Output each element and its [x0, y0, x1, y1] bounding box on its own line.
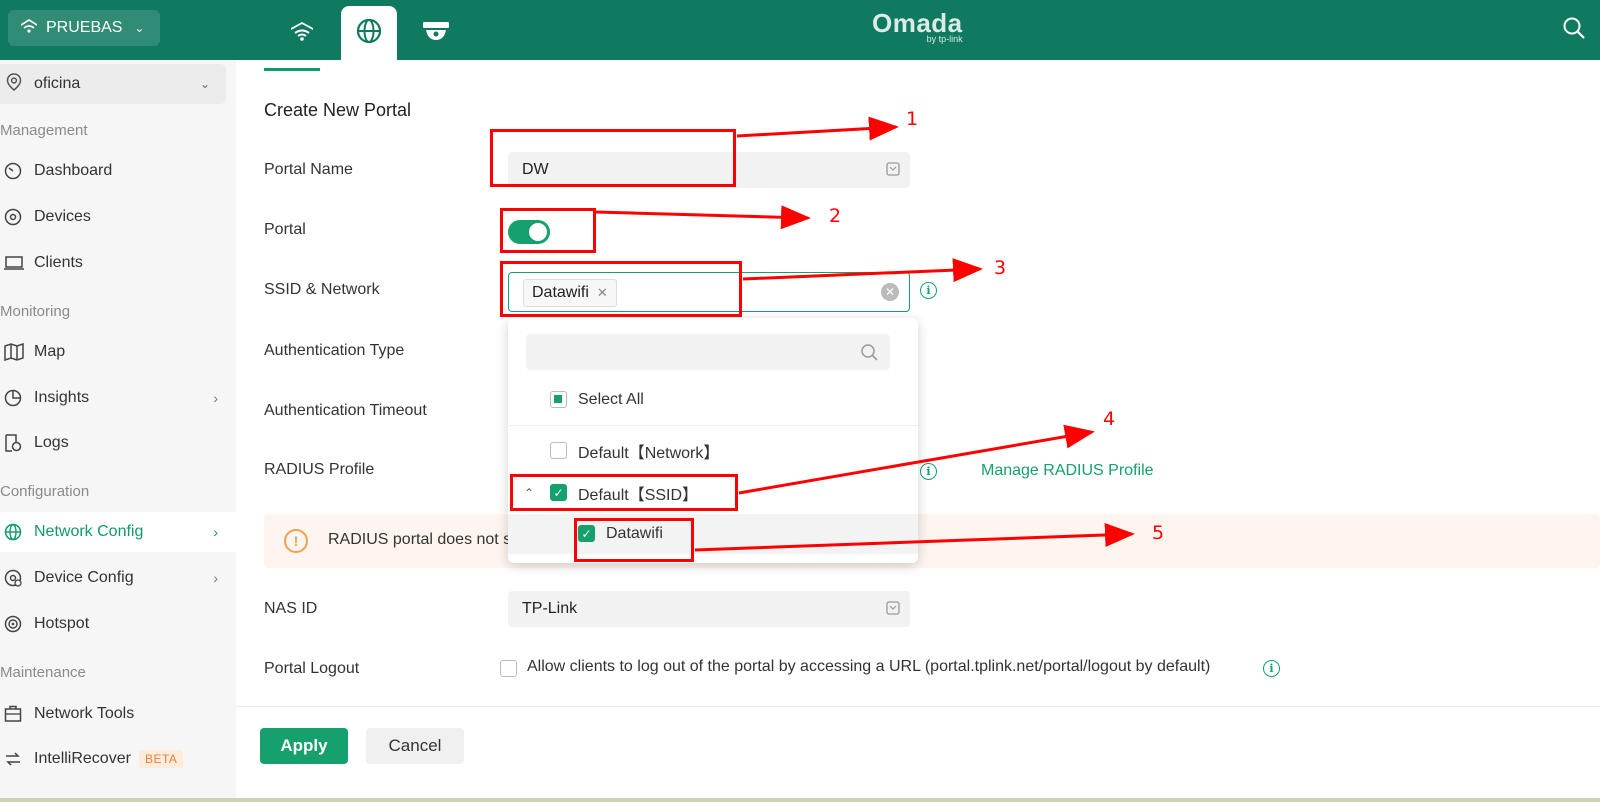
bottom-edge — [0, 798, 1600, 802]
site-name: PRUEBAS — [46, 19, 123, 36]
sidebar-item-hotspot[interactable]: Hotspot — [0, 604, 236, 644]
section-monitoring: Monitoring — [0, 303, 71, 320]
wifi-site-icon — [20, 18, 38, 39]
recover-icon — [0, 750, 28, 768]
beta-badge: BETA — [138, 750, 184, 768]
dropdown-divider — [508, 425, 918, 426]
main-content: Create New Portal Portal Name DW Portal … — [236, 60, 1600, 802]
dropdown-sub-option-datawifi[interactable]: ✓ Datawifi — [508, 514, 918, 554]
gauge-icon — [0, 162, 28, 180]
omada-logo: Omada by tp-link — [872, 8, 963, 44]
nas-id-input[interactable]: TP-Link — [508, 591, 910, 627]
dropdown-select-all[interactable]: Select All — [508, 380, 918, 420]
device-config-icon — [0, 569, 28, 587]
annotation-box-4 — [510, 474, 738, 511]
map-icon — [0, 343, 28, 361]
sidebar: oficina ⌄ Management Dashboard Devices C… — [0, 60, 236, 802]
radius-profile-label: RADIUS Profile — [264, 461, 375, 478]
top-bar: PRUEBAS ⌄ Omada by tp-link — [0, 0, 1600, 60]
section-configuration: Configuration — [0, 483, 90, 500]
toolbox-icon — [0, 705, 28, 723]
chevron-right-icon: › — [213, 390, 218, 406]
wireless-icon — [289, 20, 315, 47]
chevron-right-icon: › — [213, 524, 218, 540]
search-icon — [860, 343, 878, 366]
input-clear-icon — [886, 161, 900, 179]
annotation-number-5: 5 — [1152, 522, 1165, 544]
cancel-button[interactable]: Cancel — [366, 728, 464, 764]
manage-radius-link[interactable]: Manage RADIUS Profile — [981, 462, 1154, 480]
location-pin-icon — [6, 72, 22, 96]
sidebar-item-logs[interactable]: Logs — [0, 423, 236, 463]
log-icon — [0, 434, 28, 452]
search-icon[interactable] — [1562, 16, 1586, 45]
annotation-number-4: 4 — [1103, 408, 1116, 430]
sidebar-item-intellirecover[interactable]: IntelliRecover BETA — [0, 739, 236, 779]
annotation-number-1: 1 — [906, 108, 919, 130]
laptop-icon — [0, 255, 28, 271]
ssid-dropdown-panel: Select All Default【Network】 ⌃ ✓ Default【… — [508, 318, 918, 563]
portal-logout-text: Allow clients to log out of the portal b… — [527, 658, 1211, 675]
sidebar-item-map[interactable]: Map — [0, 332, 236, 372]
pie-chart-icon — [0, 389, 28, 407]
chevron-down-icon: ⌄ — [134, 21, 145, 35]
portal-label: Portal — [264, 221, 306, 238]
sidebar-item-dashboard[interactable]: Dashboard — [0, 151, 236, 191]
portal-name-label: Portal Name — [264, 161, 353, 178]
annotation-box-3 — [500, 261, 742, 317]
info-icon[interactable]: i — [920, 282, 937, 299]
dropdown-option-network[interactable]: Default【Network】 — [508, 431, 918, 471]
site-dropdown-label: oficina — [34, 75, 81, 92]
select-all-checkbox[interactable] — [550, 391, 567, 408]
tab-wireless[interactable] — [274, 6, 330, 60]
section-maintenance: Maintenance — [0, 664, 86, 681]
sidebar-item-device-config[interactable]: Device Config › — [0, 558, 236, 598]
clear-icon[interactable]: ✕ — [881, 283, 899, 301]
annotation-box-5 — [574, 518, 694, 562]
footer-divider — [236, 706, 1600, 707]
annotation-box-1 — [490, 129, 736, 187]
sidebar-item-devices[interactable]: Devices — [0, 197, 236, 237]
section-management: Management — [0, 122, 88, 139]
input-clear-icon — [886, 600, 900, 618]
sidebar-item-network-tools[interactable]: Network Tools — [0, 694, 236, 734]
info-icon[interactable]: i — [920, 463, 937, 480]
device-icon — [0, 208, 28, 226]
tab-network[interactable] — [341, 6, 397, 60]
dropdown-search-input[interactable] — [526, 334, 890, 370]
chevron-right-icon: › — [213, 570, 218, 586]
active-tab-indicator — [264, 68, 320, 71]
annotation-box-2 — [500, 208, 596, 253]
sidebar-item-network-config[interactable]: Network Config › — [0, 512, 236, 552]
ssid-network-label: SSID & Network — [264, 281, 380, 298]
portal-logout-checkbox[interactable] — [500, 660, 517, 677]
auth-type-label: Authentication Type — [264, 342, 405, 359]
nas-id-value: TP-Link — [522, 600, 578, 617]
page-title: Create New Portal — [264, 100, 412, 120]
sidebar-item-insights[interactable]: Insights › — [0, 378, 236, 418]
portal-logout-label: Portal Logout — [264, 660, 360, 677]
info-icon[interactable]: i — [1263, 660, 1280, 677]
chevron-down-icon: ⌄ — [199, 77, 210, 91]
apply-button[interactable]: Apply — [260, 728, 348, 764]
globe-icon — [0, 523, 28, 541]
annotation-number-2: 2 — [829, 205, 842, 227]
warning-banner: ! RADIUS portal does not s — [264, 514, 1600, 568]
hotspot-icon — [0, 615, 28, 633]
network-checkbox[interactable] — [550, 442, 567, 459]
warning-icon: ! — [284, 529, 308, 553]
sidebar-item-clients[interactable]: Clients — [0, 243, 236, 283]
site-dropdown[interactable]: oficina ⌄ — [0, 64, 226, 104]
annotation-number-3: 3 — [994, 257, 1007, 279]
nas-id-label: NAS ID — [264, 600, 318, 617]
camera-icon — [422, 20, 450, 47]
auth-timeout-label: Authentication Timeout — [264, 402, 427, 419]
site-selector[interactable]: PRUEBAS ⌄ — [8, 10, 160, 46]
warning-text: RADIUS portal does not s — [328, 531, 512, 548]
tab-camera[interactable] — [408, 6, 464, 60]
globe-icon — [355, 17, 383, 50]
